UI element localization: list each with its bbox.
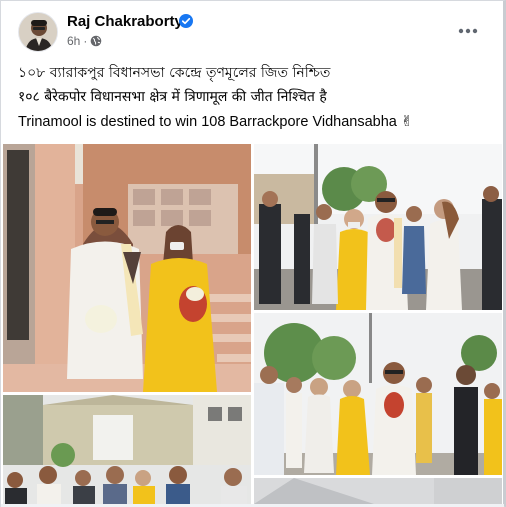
post-time[interactable]: 6h (67, 34, 80, 48)
more-options-icon (458, 28, 478, 34)
post-card: Raj Chakraborty 6h · ১০৮ ব্যারাকপুর বিধা… (0, 0, 506, 507)
photo-partial[interactable] (254, 478, 502, 504)
post-text-english: Trinamool is destined to win 108 Barrack… (18, 114, 414, 130)
globe-icon[interactable] (90, 35, 102, 47)
post-text-hindi: १०८ बैरेकपोर विधानसभा क्षेत्र में त्रिणा… (18, 89, 327, 105)
more-options-button[interactable] (453, 19, 483, 43)
post-header: Raj Chakraborty 6h · (1, 1, 504, 57)
verified-badge-icon (179, 14, 193, 28)
post-meta: 6h · (67, 34, 102, 48)
meta-separator: · (83, 34, 88, 48)
photo-street-walk[interactable] (254, 144, 502, 310)
photo-crowd-road[interactable] (254, 313, 502, 475)
photo-building-crowd[interactable] (3, 395, 251, 504)
author-name[interactable]: Raj Chakraborty (67, 13, 183, 30)
post-text-bengali: ১০৮ ব্যারাকপুর বিধানসভা কেন্দ্রে তৃণমূলে… (18, 65, 331, 81)
photo-temple-steps[interactable] (3, 144, 251, 392)
avatar[interactable] (18, 12, 58, 52)
